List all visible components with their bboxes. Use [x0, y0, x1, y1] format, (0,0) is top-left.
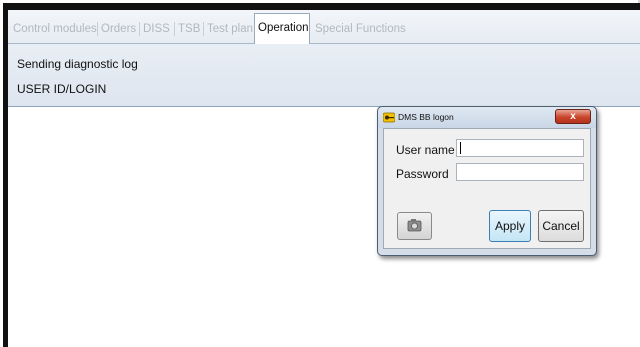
username-field[interactable]: [456, 139, 584, 157]
tab-control-modules[interactable]: Control modules: [10, 16, 100, 42]
camera-button[interactable]: [397, 212, 432, 240]
tab-tsb[interactable]: TSB: [175, 16, 203, 42]
logon-dialog: DMS BB logon x User name Password Apply …: [377, 106, 597, 256]
close-button[interactable]: x: [555, 109, 591, 124]
dialog-titlebar[interactable]: DMS BB logon x: [378, 107, 596, 128]
close-icon: x: [570, 111, 576, 122]
status-text: Sending diagnostic log: [17, 57, 138, 71]
prompt-text: USER ID/LOGIN: [17, 82, 107, 96]
camera-icon: [407, 219, 422, 232]
tab-test-plan[interactable]: Test plan: [204, 16, 256, 42]
apply-button[interactable]: Apply: [489, 210, 531, 242]
text-caret: [460, 142, 461, 154]
password-label: Password: [396, 167, 449, 181]
password-field[interactable]: [456, 163, 584, 181]
info-panel: Sending diagnostic log USER ID/LOGIN: [8, 44, 640, 107]
tab-special-functions[interactable]: Special Functions: [312, 16, 409, 42]
key-icon: [383, 112, 395, 123]
tab-diss[interactable]: DISS: [140, 16, 173, 42]
username-label: User name: [396, 143, 455, 157]
tab-operation[interactable]: Operation: [254, 13, 310, 44]
dialog-title: DMS BB logon: [398, 112, 454, 122]
tab-orders[interactable]: Orders: [98, 16, 139, 42]
dialog-body: User name Password Apply Cancel: [383, 128, 591, 249]
tab-strip: Control modules Orders DISS TSB Test pla…: [8, 10, 640, 44]
cancel-button[interactable]: Cancel: [538, 210, 584, 242]
